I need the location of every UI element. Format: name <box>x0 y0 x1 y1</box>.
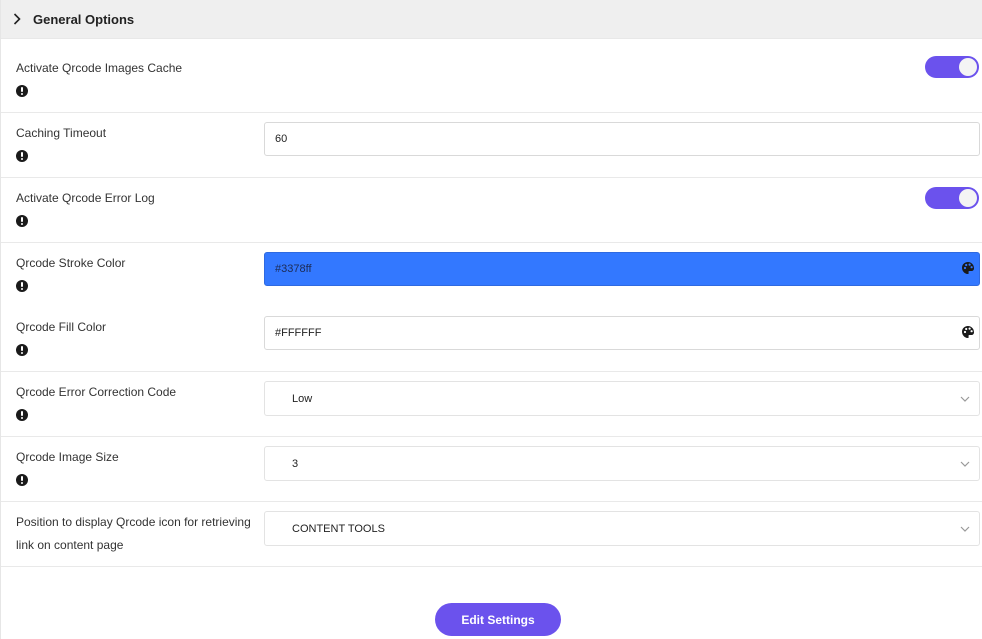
palette-icon[interactable] <box>961 325 975 339</box>
setting-row-images-cache: Activate Qrcode Images Cache <box>1 39 982 113</box>
images-cache-toggle[interactable] <box>925 56 979 78</box>
setting-label: Activate Qrcode Images Cache <box>16 61 183 75</box>
info-icon[interactable] <box>16 474 28 486</box>
edit-settings-button[interactable]: Edit Settings <box>435 603 561 636</box>
setting-label: Caching Timeout <box>16 126 107 140</box>
toggle-knob <box>959 189 977 207</box>
error-correction-value: Low <box>292 392 313 405</box>
stroke-color-input[interactable]: #3378ff <box>264 252 980 286</box>
setting-label: Qrcode Stroke Color <box>16 256 126 270</box>
chevron-down-icon <box>960 396 970 402</box>
fill-color-value: #FFFFFF <box>275 327 322 339</box>
info-icon[interactable] <box>16 409 28 421</box>
chevron-down-icon <box>960 526 970 532</box>
setting-row-image-size: Qrcode Image Size 3 <box>1 437 982 502</box>
setting-row-fill-color: Qrcode Fill Color #FFFFFF <box>1 307 982 372</box>
fill-color-input[interactable]: #FFFFFF <box>264 316 980 350</box>
setting-label: Qrcode Fill Color <box>16 320 107 334</box>
palette-icon[interactable] <box>961 261 975 275</box>
image-size-select[interactable]: 3 <box>264 446 980 481</box>
image-size-value: 3 <box>292 457 299 470</box>
icon-position-select[interactable]: CONTENT TOOLS <box>264 511 980 546</box>
chevron-down-icon <box>960 461 970 467</box>
setting-row-stroke-color: Qrcode Stroke Color #3378ff <box>1 243 982 307</box>
setting-row-icon-position: Position to display Qrcode icon for retr… <box>1 502 982 567</box>
error-log-toggle[interactable] <box>925 187 979 209</box>
general-options-header[interactable]: General Options <box>1 0 982 39</box>
info-icon[interactable] <box>16 280 28 292</box>
icon-position-value: CONTENT TOOLS <box>292 522 385 535</box>
settings-page: General Options Activate Qrcode Images C… <box>0 0 982 639</box>
setting-row-error-log: Activate Qrcode Error Log <box>1 178 982 243</box>
info-icon[interactable] <box>16 150 28 162</box>
setting-label: Qrcode Image Size <box>16 450 119 464</box>
info-icon[interactable] <box>16 215 28 227</box>
chevron-right-icon <box>13 13 23 25</box>
info-icon[interactable] <box>16 344 28 356</box>
caching-timeout-input[interactable]: 60 <box>264 122 980 156</box>
info-icon[interactable] <box>16 85 28 97</box>
setting-label: Activate Qrcode Error Log <box>16 191 155 205</box>
section-title: General Options <box>33 11 135 27</box>
error-correction-select[interactable]: Low <box>264 381 980 416</box>
setting-row-caching-timeout: Caching Timeout 60 <box>1 113 982 178</box>
toggle-knob <box>959 58 977 76</box>
setting-label: Qrcode Error Correction Code <box>16 385 177 399</box>
setting-row-error-correction: Qrcode Error Correction Code Low <box>1 372 982 437</box>
stroke-color-value: #3378ff <box>275 263 312 275</box>
setting-label: Position to display Qrcode icon for retr… <box>16 515 251 552</box>
